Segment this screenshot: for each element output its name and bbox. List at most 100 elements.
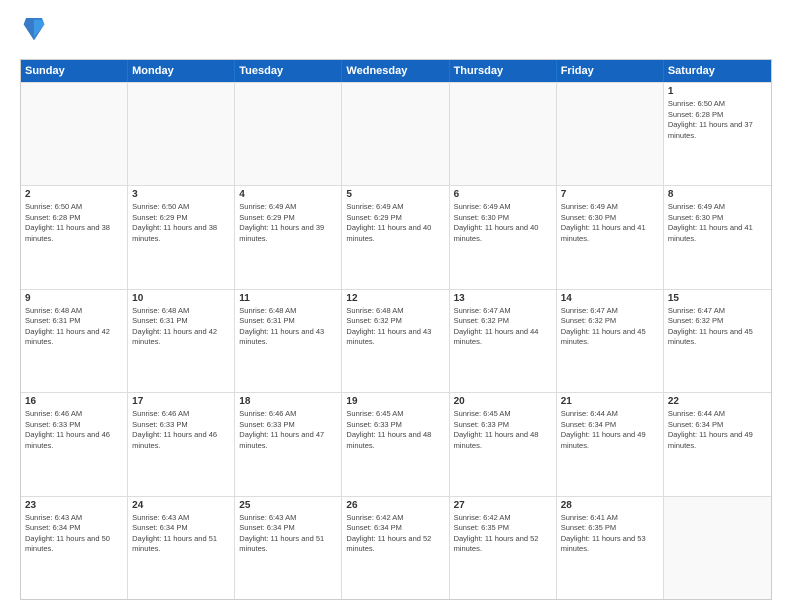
day-cell-empty <box>450 83 557 185</box>
day-cell-2: 2 Sunrise: 6:50 AM Sunset: 6:28 PM Daylig… <box>21 186 128 288</box>
day-info: Sunrise: 6:48 AM Sunset: 6:32 PM Dayligh… <box>346 306 444 348</box>
day-number: 5 <box>346 189 444 200</box>
day-cell-13: 13 Sunrise: 6:47 AM Sunset: 6:32 PM Dayli… <box>450 290 557 392</box>
header-cell-saturday: Saturday <box>664 60 771 82</box>
day-number: 16 <box>25 396 123 407</box>
calendar-row-5: 23 Sunrise: 6:43 AM Sunset: 6:34 PM Dayli… <box>21 496 771 599</box>
day-cell-empty <box>342 83 449 185</box>
day-cell-1: 1 Sunrise: 6:50 AM Sunset: 6:28 PM Daylig… <box>664 83 771 185</box>
day-number: 28 <box>561 500 659 511</box>
day-info: Sunrise: 6:47 AM Sunset: 6:32 PM Dayligh… <box>561 306 659 348</box>
day-cell-empty <box>664 497 771 599</box>
day-cell-empty <box>235 83 342 185</box>
day-number: 15 <box>668 293 767 304</box>
day-info: Sunrise: 6:47 AM Sunset: 6:32 PM Dayligh… <box>668 306 767 348</box>
day-cell-21: 21 Sunrise: 6:44 AM Sunset: 6:34 PM Dayli… <box>557 393 664 495</box>
header-cell-sunday: Sunday <box>21 60 128 82</box>
day-info: Sunrise: 6:49 AM Sunset: 6:30 PM Dayligh… <box>561 202 659 244</box>
day-info: Sunrise: 6:42 AM Sunset: 6:35 PM Dayligh… <box>454 513 552 555</box>
day-number: 25 <box>239 500 337 511</box>
header-cell-monday: Monday <box>128 60 235 82</box>
day-info: Sunrise: 6:44 AM Sunset: 6:34 PM Dayligh… <box>561 409 659 451</box>
day-number: 22 <box>668 396 767 407</box>
header-cell-thursday: Thursday <box>450 60 557 82</box>
day-number: 23 <box>25 500 123 511</box>
day-info: Sunrise: 6:50 AM Sunset: 6:28 PM Dayligh… <box>25 202 123 244</box>
day-number: 8 <box>668 189 767 200</box>
day-cell-27: 27 Sunrise: 6:42 AM Sunset: 6:35 PM Dayli… <box>450 497 557 599</box>
day-number: 10 <box>132 293 230 304</box>
day-cell-6: 6 Sunrise: 6:49 AM Sunset: 6:30 PM Daylig… <box>450 186 557 288</box>
logo <box>20 16 48 49</box>
calendar-row-1: 1 Sunrise: 6:50 AM Sunset: 6:28 PM Daylig… <box>21 82 771 185</box>
day-number: 20 <box>454 396 552 407</box>
day-number: 3 <box>132 189 230 200</box>
day-cell-11: 11 Sunrise: 6:48 AM Sunset: 6:31 PM Dayli… <box>235 290 342 392</box>
day-info: Sunrise: 6:41 AM Sunset: 6:35 PM Dayligh… <box>561 513 659 555</box>
day-info: Sunrise: 6:46 AM Sunset: 6:33 PM Dayligh… <box>132 409 230 451</box>
day-info: Sunrise: 6:45 AM Sunset: 6:33 PM Dayligh… <box>346 409 444 451</box>
day-cell-26: 26 Sunrise: 6:42 AM Sunset: 6:34 PM Dayli… <box>342 497 449 599</box>
calendar: SundayMondayTuesdayWednesdayThursdayFrid… <box>20 59 772 600</box>
calendar-row-3: 9 Sunrise: 6:48 AM Sunset: 6:31 PM Daylig… <box>21 289 771 392</box>
day-info: Sunrise: 6:48 AM Sunset: 6:31 PM Dayligh… <box>25 306 123 348</box>
day-cell-17: 17 Sunrise: 6:46 AM Sunset: 6:33 PM Dayli… <box>128 393 235 495</box>
day-number: 19 <box>346 396 444 407</box>
day-number: 13 <box>454 293 552 304</box>
day-number: 7 <box>561 189 659 200</box>
day-cell-28: 28 Sunrise: 6:41 AM Sunset: 6:35 PM Dayli… <box>557 497 664 599</box>
day-info: Sunrise: 6:47 AM Sunset: 6:32 PM Dayligh… <box>454 306 552 348</box>
day-info: Sunrise: 6:49 AM Sunset: 6:30 PM Dayligh… <box>454 202 552 244</box>
day-info: Sunrise: 6:49 AM Sunset: 6:29 PM Dayligh… <box>346 202 444 244</box>
day-cell-7: 7 Sunrise: 6:49 AM Sunset: 6:30 PM Daylig… <box>557 186 664 288</box>
day-info: Sunrise: 6:42 AM Sunset: 6:34 PM Dayligh… <box>346 513 444 555</box>
day-cell-25: 25Sunrise: 6:43 AM Sunset: 6:34 PM Dayli… <box>235 497 342 599</box>
day-number: 6 <box>454 189 552 200</box>
day-cell-20: 20 Sunrise: 6:45 AM Sunset: 6:33 PM Dayli… <box>450 393 557 495</box>
day-number: 11 <box>239 293 337 304</box>
day-number: 21 <box>561 396 659 407</box>
day-cell-24: 24Sunrise: 6:43 AM Sunset: 6:34 PM Dayli… <box>128 497 235 599</box>
day-cell-empty <box>21 83 128 185</box>
day-info: Sunrise: 6:46 AM Sunset: 6:33 PM Dayligh… <box>25 409 123 451</box>
day-info: Sunrise: 6:45 AM Sunset: 6:33 PM Dayligh… <box>454 409 552 451</box>
header-cell-friday: Friday <box>557 60 664 82</box>
day-info: Sunrise: 6:44 AM Sunset: 6:34 PM Dayligh… <box>668 409 767 451</box>
day-info: Sunrise: 6:48 AM Sunset: 6:31 PM Dayligh… <box>239 306 337 348</box>
day-info: Sunrise: 6:49 AM Sunset: 6:29 PM Dayligh… <box>239 202 337 244</box>
day-cell-15: 15 Sunrise: 6:47 AM Sunset: 6:32 PM Dayli… <box>664 290 771 392</box>
day-cell-4: 4 Sunrise: 6:49 AM Sunset: 6:29 PM Daylig… <box>235 186 342 288</box>
day-number: 24 <box>132 500 230 511</box>
day-number: 9 <box>25 293 123 304</box>
day-info: Sunrise: 6:49 AM Sunset: 6:30 PM Dayligh… <box>668 202 767 244</box>
day-cell-10: 10 Sunrise: 6:48 AM Sunset: 6:31 PM Dayli… <box>128 290 235 392</box>
day-cell-3: 3 Sunrise: 6:50 AM Sunset: 6:29 PM Daylig… <box>128 186 235 288</box>
day-cell-16: 16 Sunrise: 6:46 AM Sunset: 6:33 PM Dayli… <box>21 393 128 495</box>
day-cell-empty <box>557 83 664 185</box>
day-cell-14: 14 Sunrise: 6:47 AM Sunset: 6:32 PM Dayli… <box>557 290 664 392</box>
calendar-header-row: SundayMondayTuesdayWednesdayThursdayFrid… <box>21 60 771 82</box>
day-cell-8: 8 Sunrise: 6:49 AM Sunset: 6:30 PM Daylig… <box>664 186 771 288</box>
day-info: Sunrise: 6:50 AM Sunset: 6:28 PM Dayligh… <box>668 99 767 141</box>
day-number: 12 <box>346 293 444 304</box>
header <box>20 16 772 49</box>
day-cell-22: 22 Sunrise: 6:44 AM Sunset: 6:34 PM Dayli… <box>664 393 771 495</box>
day-number: 1 <box>668 86 767 97</box>
calendar-row-2: 2 Sunrise: 6:50 AM Sunset: 6:28 PM Daylig… <box>21 185 771 288</box>
day-number: 4 <box>239 189 337 200</box>
page: SundayMondayTuesdayWednesdayThursdayFrid… <box>0 0 792 612</box>
day-number: 17 <box>132 396 230 407</box>
day-cell-18: 18Sunrise: 6:46 AM Sunset: 6:33 PM Dayli… <box>235 393 342 495</box>
day-info: Sunrise: 6:48 AM Sunset: 6:31 PM Dayligh… <box>132 306 230 348</box>
day-info: Sunrise: 6:43 AM Sunset: 6:34 PM Dayligh… <box>25 513 123 555</box>
day-number: 14 <box>561 293 659 304</box>
day-cell-empty <box>128 83 235 185</box>
day-cell-19: 19 Sunrise: 6:45 AM Sunset: 6:33 PM Dayli… <box>342 393 449 495</box>
day-number: 2 <box>25 189 123 200</box>
day-number: 26 <box>346 500 444 511</box>
day-cell-9: 9 Sunrise: 6:48 AM Sunset: 6:31 PM Daylig… <box>21 290 128 392</box>
calendar-body: 1 Sunrise: 6:50 AM Sunset: 6:28 PM Daylig… <box>21 82 771 599</box>
header-cell-tuesday: Tuesday <box>235 60 342 82</box>
day-number: 27 <box>454 500 552 511</box>
day-info: Sunrise: 6:50 AM Sunset: 6:29 PM Dayligh… <box>132 202 230 244</box>
